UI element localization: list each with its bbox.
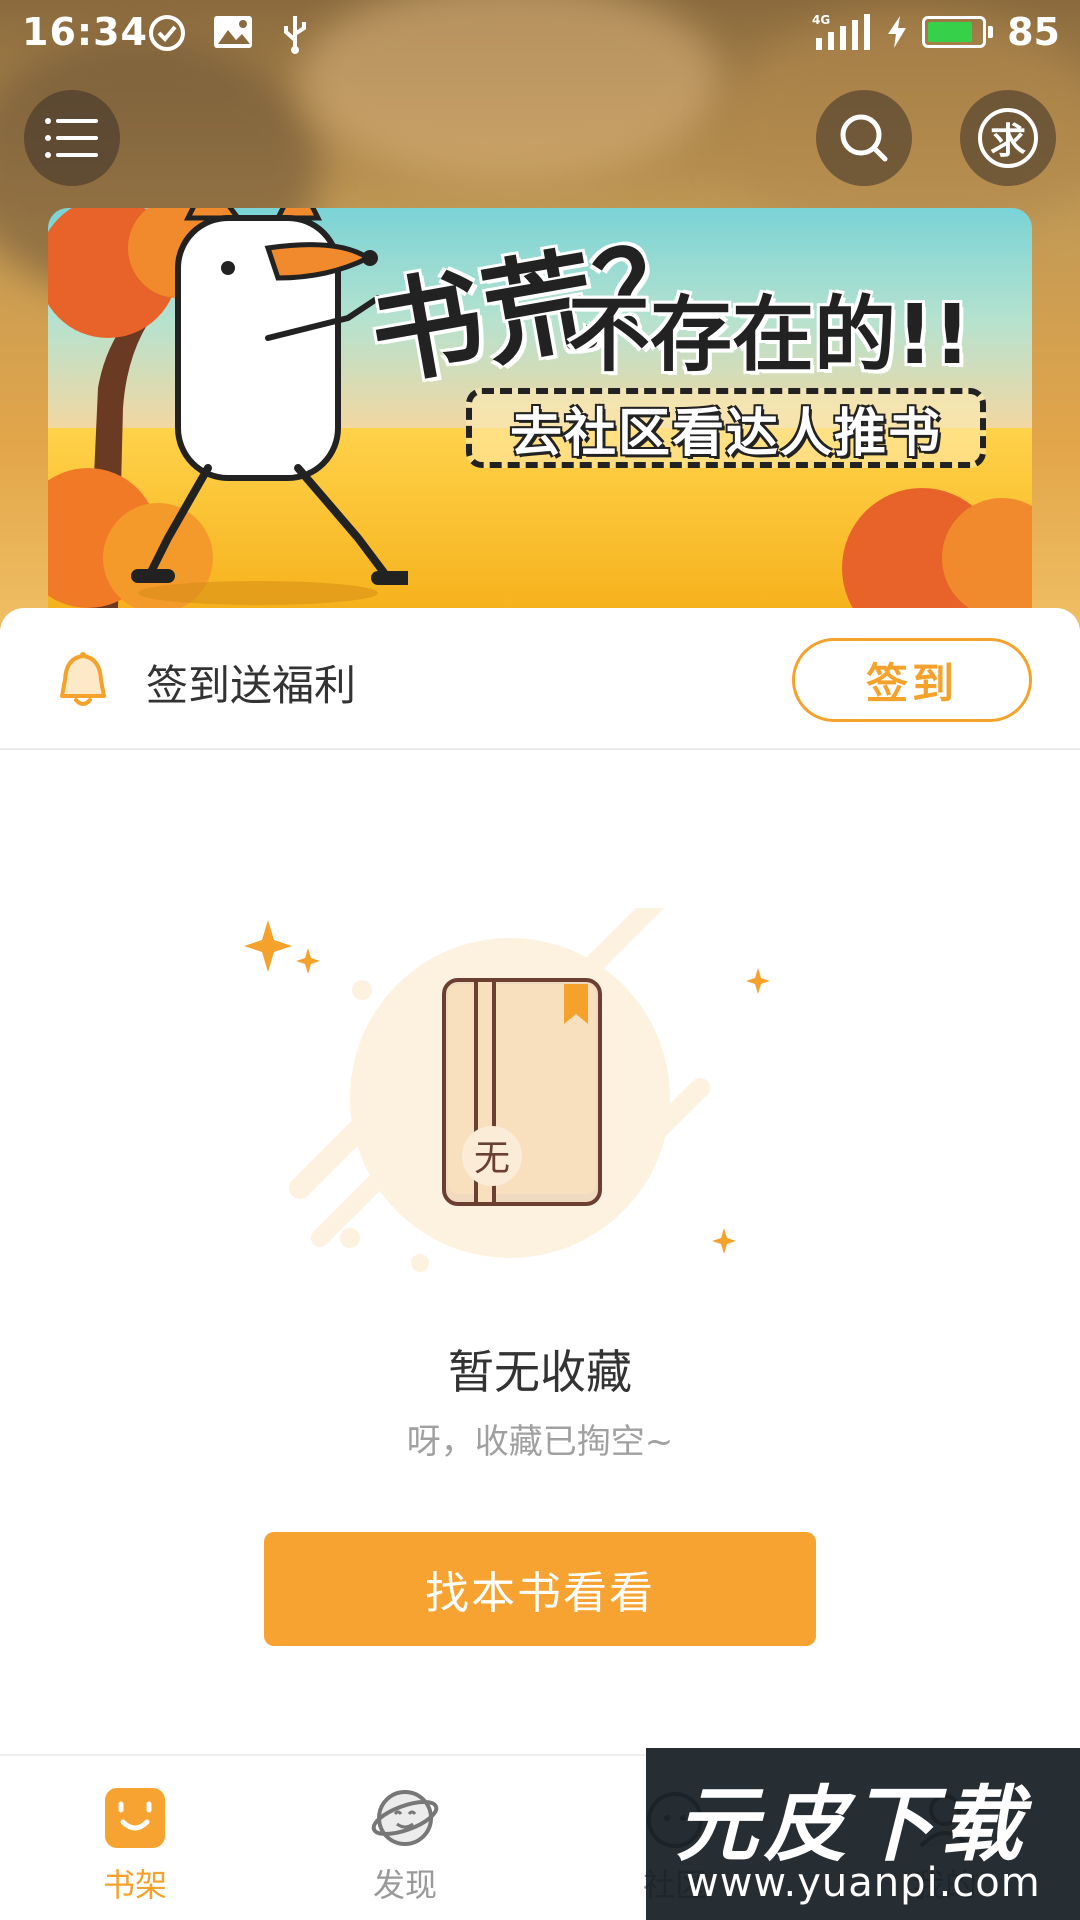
image-icon: [214, 16, 252, 48]
banner-title-line2: 不存在的!!: [568, 288, 971, 383]
check-circle-icon: [149, 15, 185, 51]
status-time: 16:34: [22, 10, 148, 54]
network-label: 4G: [812, 13, 830, 27]
tab-bookshelf[interactable]: 书架: [0, 1756, 270, 1920]
signin-label: 签到送福利: [146, 661, 357, 710]
battery-level: [928, 22, 973, 42]
battery-icon: [922, 16, 994, 48]
empty-subtitle: 呀，收藏已掏空~: [406, 1422, 674, 1462]
signin-row: 签到送福利 签到: [0, 608, 1080, 750]
book-badge: 无: [474, 1138, 510, 1179]
watermark-overlay: 元皮下载 www.yuanpi.com: [646, 1748, 1080, 1920]
empty-title: 暂无收藏: [448, 1345, 632, 1399]
menu-icon: [45, 118, 98, 158]
bush-illustration: [842, 488, 1032, 608]
tab-label: 发现: [372, 1866, 437, 1904]
bookshelf-card: 签到送福利 签到 无 暂无收藏 呀，收藏已掏空~ 找本书看看: [0, 608, 1080, 1920]
status-system-icons: 4G 85: [812, 10, 1060, 54]
battery-percent: 85: [1007, 10, 1060, 54]
find-book-button[interactable]: 找本书看看: [264, 1532, 816, 1646]
bookshelf-icon: [101, 1784, 169, 1852]
status-notification-icons: [148, 14, 310, 54]
charging-icon: [888, 16, 907, 48]
request-book-button[interactable]: 求: [960, 90, 1056, 186]
sparkle-icon: [244, 920, 292, 972]
discover-planet-icon: [371, 1784, 439, 1852]
menu-button[interactable]: [24, 90, 120, 186]
signin-button[interactable]: 签到: [792, 638, 1032, 722]
search-icon: [840, 114, 888, 162]
request-icon: 求: [978, 108, 1038, 168]
status-bar: 16:34 4G 85: [0, 0, 1080, 64]
watermark-url: www.yuanpi.com: [686, 1860, 1041, 1906]
signal-icon: 4G: [812, 13, 871, 50]
bell-icon: [60, 652, 106, 706]
tab-discover[interactable]: 发现: [270, 1756, 540, 1920]
tab-label: 书架: [102, 1866, 167, 1904]
promo-banner[interactable]: 书荒？ 不存在的!! 去社区看达人推书: [48, 208, 1032, 608]
usb-icon: [284, 16, 306, 54]
empty-book-illustration: 无: [244, 908, 770, 1272]
search-button[interactable]: [816, 90, 912, 186]
